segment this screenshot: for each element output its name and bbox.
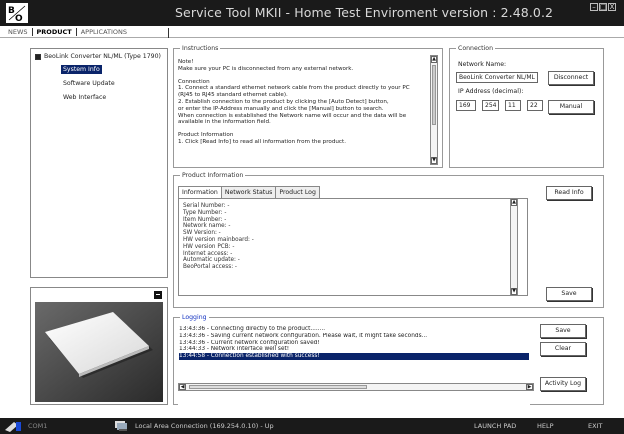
product-tree-panel: BeoLink Converter NL/ML (Type 1790) Syst…: [30, 48, 168, 278]
log-clear-button[interactable]: Clear: [540, 342, 586, 356]
log-hscrollbar[interactable]: ◀ ▶: [178, 383, 534, 391]
log-save-button[interactable]: Save: [540, 324, 586, 338]
ip-octet-1[interactable]: 169: [456, 100, 476, 111]
serial-port-icon: [5, 422, 21, 432]
scroll-thumb[interactable]: [189, 385, 367, 389]
tab-news[interactable]: NEWS: [4, 28, 33, 36]
log-output: 13:43:36 - Connecting directly to the pr…: [178, 326, 530, 411]
connection-group: Connection Network Name: BeoLink Convert…: [449, 45, 604, 168]
logging-group: Logging 13:43:36 - Connecting directly t…: [173, 314, 604, 411]
info-internet-access: Internet access: -: [183, 250, 233, 257]
status-connection: Local Area Connection (169.254.0.10) - U…: [135, 422, 274, 430]
disconnect-button[interactable]: Disconnect: [548, 71, 594, 85]
tree-root[interactable]: BeoLink Converter NL/ML (Type 1790): [35, 53, 167, 60]
tab-product[interactable]: PRODUCT: [33, 28, 77, 36]
scroll-down-icon[interactable]: ▼: [511, 288, 517, 295]
instructions-product-info: Product Information 1. Click [Read Info]…: [178, 132, 346, 145]
scroll-up-icon[interactable]: ▲: [511, 199, 517, 206]
network-name-field[interactable]: BeoLink Converter NL/ML: [456, 72, 538, 83]
bo-logo-icon: B O: [6, 3, 28, 23]
collapse-icon[interactable]: [35, 53, 41, 60]
info-automatic-update: Automatic update: -: [183, 257, 240, 264]
product-photo: [35, 302, 163, 402]
ip-address-label: IP Address (decimal):: [458, 88, 524, 95]
tree-root-label: BeoLink Converter NL/ML (Type 1790): [44, 53, 161, 60]
product-info-list: Serial Number: - Type Number: - Item Num…: [183, 203, 254, 271]
instructions-scrollbar[interactable]: ▲ ▼: [430, 55, 438, 165]
minimize-icon[interactable]: –: [590, 3, 598, 11]
log-line: 13:43:36 - Saving current network config…: [179, 332, 428, 339]
launch-pad-link[interactable]: LAUNCH PAD: [474, 422, 516, 430]
maximize-icon[interactable]: □: [599, 3, 607, 11]
product-info-tabs: Information Network Status Product Log: [178, 186, 320, 198]
tab-information[interactable]: Information: [178, 186, 222, 198]
product-info-group: Product Information Information Network …: [173, 172, 604, 308]
menu-tabs: NEWS PRODUCT APPLICATIONS: [4, 28, 131, 36]
instructions-legend: Instructions: [180, 45, 221, 52]
svg-text:B: B: [8, 6, 15, 16]
title-bar: B O Service Tool MKII - Home Test Enviro…: [0, 0, 624, 26]
product-image-panel: [30, 287, 168, 405]
info-item-number: Item Number: -: [183, 216, 227, 223]
log-line: 13:44:33 - Network interface well set!: [179, 346, 290, 353]
window-controls: – □ X: [590, 3, 616, 11]
log-line-selected[interactable]: 13:44:58 - Connection established with s…: [179, 353, 529, 360]
menu-bar: NEWS PRODUCT APPLICATIONS: [0, 26, 624, 38]
log-line: 13:43:36 - Current network configuration…: [179, 339, 320, 346]
close-icon[interactable]: X: [608, 3, 616, 11]
product-info-legend: Product Information: [180, 172, 246, 179]
ip-octet-3[interactable]: 11: [505, 100, 521, 111]
info-network-name: Network name: -: [183, 223, 231, 230]
ip-octet-4[interactable]: 22: [527, 100, 543, 111]
manual-button[interactable]: Manual: [548, 100, 594, 114]
svg-text:O: O: [15, 14, 23, 23]
window-title: Service Tool MKII - Home Test Enviroment…: [175, 5, 554, 20]
connection-legend: Connection: [456, 45, 496, 52]
instructions-text: Note! Make sure your PC is disconnected …: [178, 59, 433, 165]
product-image: [35, 302, 163, 402]
instructions-note: Note! Make sure your PC is disconnected …: [178, 59, 354, 72]
exit-link[interactable]: EXIT: [588, 422, 602, 430]
network-connection-icon: [115, 421, 127, 431]
info-hw-pcb: HW version PCB: -: [183, 243, 235, 250]
info-serial-number: Serial Number: -: [183, 203, 230, 209]
scroll-right-icon[interactable]: ▶: [526, 384, 533, 390]
tree-item-software-update[interactable]: Software Update: [61, 79, 117, 88]
minimize-panel-icon[interactable]: [154, 291, 162, 299]
activity-log-button[interactable]: Activity Log: [540, 377, 586, 391]
info-type-number: Type Number: -: [183, 209, 227, 216]
scroll-left-icon[interactable]: ◀: [179, 384, 186, 390]
ip-octet-2[interactable]: 254: [482, 100, 499, 111]
scroll-up-icon[interactable]: ▲: [431, 56, 437, 63]
instructions-group: Instructions Note! Make sure your PC is …: [173, 45, 443, 168]
info-sw-version: SW Version: -: [183, 230, 221, 237]
help-link[interactable]: HELP: [537, 422, 554, 430]
status-port: COM1: [28, 422, 48, 430]
product-info-save-button[interactable]: Save: [546, 287, 592, 301]
log-line: 13:43:36 - Connecting directly to the pr…: [179, 326, 326, 332]
logging-legend: Logging: [180, 314, 209, 321]
tree-item-system-info[interactable]: System Info: [61, 65, 102, 74]
read-info-button[interactable]: Read Info: [546, 186, 592, 200]
status-bar: COM1 Local Area Connection (169.254.0.10…: [0, 418, 624, 434]
info-hw-mainboard: HW version mainboard: -: [183, 236, 254, 243]
instructions-connection: Connection 1. Connect a standard etherne…: [178, 78, 410, 126]
info-beoportal-access: BeoPortal access: -: [183, 264, 237, 271]
tab-product-log[interactable]: Product Log: [275, 186, 320, 198]
tab-applications[interactable]: APPLICATIONS: [77, 28, 131, 36]
tree-item-web-interface[interactable]: Web Interface: [61, 93, 108, 102]
menu-divider: [168, 28, 169, 38]
log-lines: 13:43:36 - Connecting directly to the pr…: [178, 326, 530, 360]
product-info-scrollbar[interactable]: ▲ ▼: [510, 198, 518, 296]
tab-network-status[interactable]: Network Status: [220, 186, 277, 198]
network-name-label: Network Name:: [458, 61, 507, 68]
product-tree: BeoLink Converter NL/ML (Type 1790) Syst…: [31, 49, 167, 102]
scroll-thumb[interactable]: [432, 65, 436, 125]
scroll-down-icon[interactable]: ▼: [431, 157, 437, 164]
